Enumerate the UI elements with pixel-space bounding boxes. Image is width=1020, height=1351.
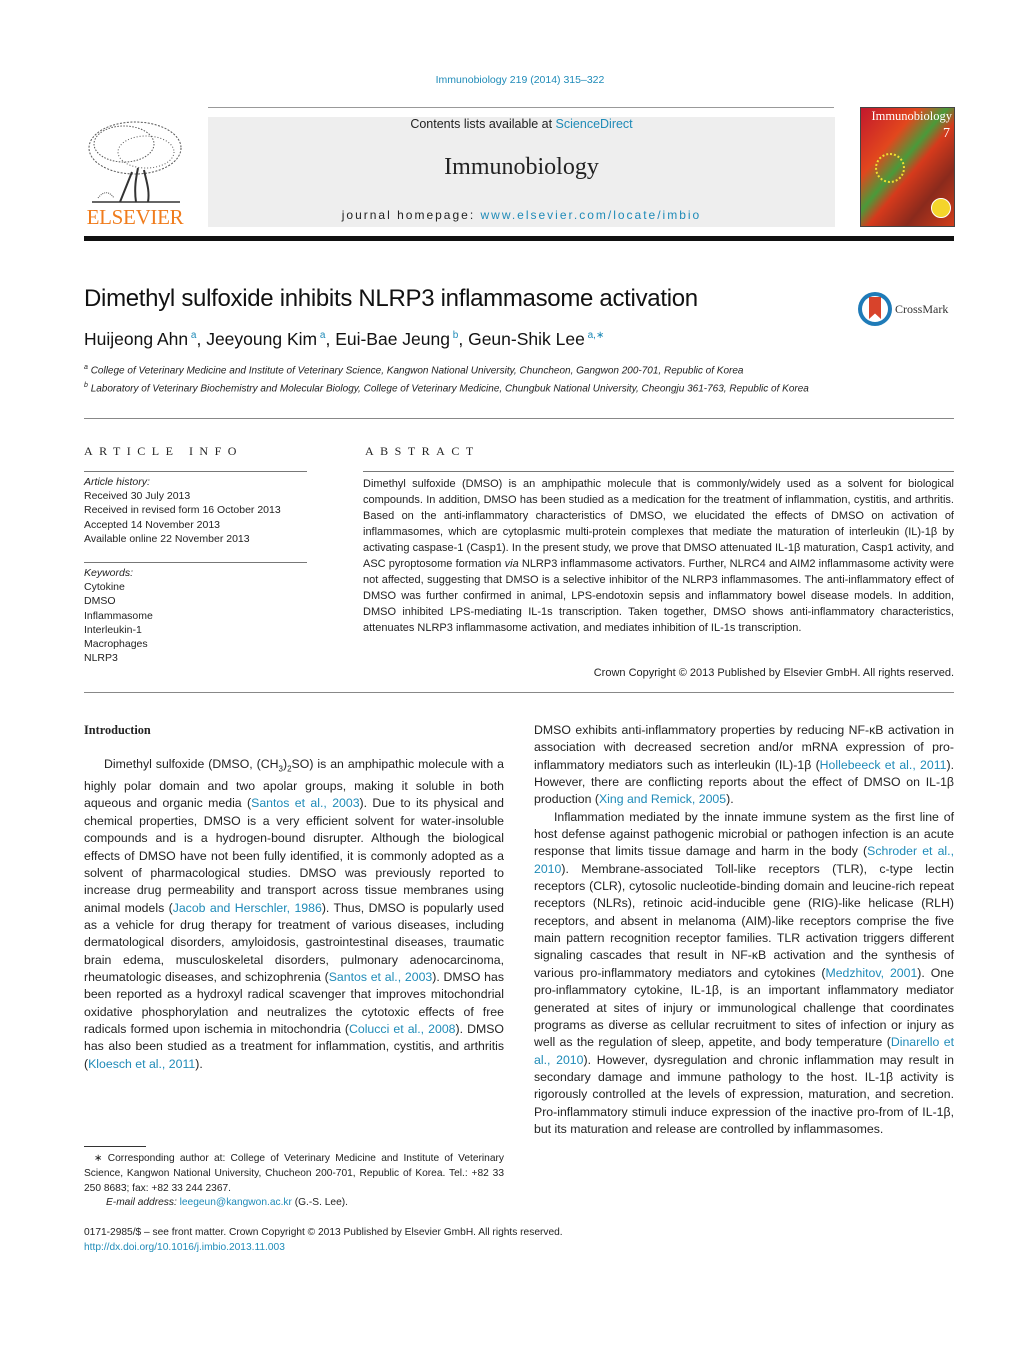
body-column-left: Introduction Dimethyl sulfoxide (DMSO, (… <box>84 722 504 1073</box>
affiliation-text: College of Veterinary Medicine and Insti… <box>90 365 744 377</box>
keyword-item: Cytokine <box>84 581 125 594</box>
affiliation-marker: b <box>84 381 88 389</box>
history-item: Received in revised form 16 October 2013 <box>84 504 281 517</box>
journal-reference-link[interactable]: Immunobiology 219 (2014) 315–322 <box>0 74 1020 86</box>
abstract-text: Dimethyl sulfoxide (DMSO) is an amphipat… <box>363 476 954 636</box>
cover-artwork <box>875 153 905 183</box>
corresponding-author-text: ∗ Corresponding author at: College of Ve… <box>84 1153 504 1194</box>
affiliation-a: a College of Veterinary Medicine and Ins… <box>84 361 824 379</box>
citation-link[interactable]: Santos et al., 2003 <box>251 796 359 810</box>
corresponding-author-footnote: ∗ Corresponding author at: College of Ve… <box>84 1152 504 1211</box>
citation-link[interactable]: Medzhitov, 2001 <box>825 966 917 980</box>
email-link[interactable]: leegeun@kangwon.ac.kr <box>180 1197 292 1208</box>
body-column-right: DMSO exhibits anti-inflammatory properti… <box>534 722 954 1138</box>
sciencedirect-link[interactable]: ScienceDirect <box>556 117 633 131</box>
citation-link[interactable]: Kloesch et al., 2011 <box>88 1057 195 1071</box>
tree-icon <box>88 121 182 203</box>
keyword-item: DMSO <box>84 595 116 608</box>
divider <box>84 418 954 419</box>
citation-link[interactable]: Hollebeeck et al., 2011 <box>820 758 947 772</box>
body-paragraph: Inflammation mediated by the innate immu… <box>534 809 954 1139</box>
text-run: ). Membrane-associated Toll-like recepto… <box>534 861 954 980</box>
affiliation-b: b Laboratory of Veterinary Biochemistry … <box>84 379 824 397</box>
keywords-list: Cytokine DMSO Inflammasome Interleukin-1 Mac… <box>84 580 153 665</box>
author-name[interactable]: Eui-Bae Jeung <box>335 329 450 349</box>
citation-link[interactable]: Jacob and Herschler, 1986 <box>173 901 322 915</box>
contents-available-line: Contents lists available at ScienceDirec… <box>208 117 835 131</box>
author-separator: , <box>196 329 207 349</box>
article-info-heading: ARTICLE INFO <box>84 444 243 458</box>
footnote-rule <box>84 1146 146 1147</box>
keyword-item: Macrophages <box>84 638 148 651</box>
cover-badge-icon <box>931 198 951 218</box>
body-paragraph: DMSO exhibits anti-inflammatory properti… <box>534 722 954 809</box>
citation-link[interactable]: Colucci et al., 2008 <box>349 1022 456 1036</box>
email-label: E-mail address: <box>106 1197 180 1209</box>
author-name[interactable]: Jeeyoung Kim <box>206 329 317 349</box>
crossmark-label: CrossMark <box>895 302 949 316</box>
abstract-text-part: Dimethyl sulfoxide (DMSO) is an amphipat… <box>363 478 954 570</box>
divider <box>84 471 307 472</box>
author-name[interactable]: Huijeong Ahn <box>84 329 188 349</box>
text-run: ). However, dysregulation and chronic in… <box>534 1052 954 1136</box>
email-line: E-mail address: leegeun@kangwon.ac.kr (G… <box>84 1196 504 1211</box>
author-name[interactable]: Geun-Shik Lee <box>468 329 585 349</box>
homepage-link[interactable]: www.elsevier.com/locate/imbio <box>481 208 702 222</box>
text-run: ). <box>195 1056 203 1071</box>
keyword-item: Inflammasome <box>84 609 153 622</box>
text-run: ). <box>726 792 734 807</box>
citation-link[interactable]: Santos et al., 2003 <box>329 970 433 984</box>
author-list: Huijeong Ahn a, Jeeyoung Kim a, Eui-Bae … <box>84 329 604 350</box>
elsevier-wordmark: ELSEVIER <box>86 205 184 229</box>
citation-link[interactable]: Xing and Remick, 2005 <box>599 792 726 806</box>
history-item: Received 30 July 2013 <box>84 490 191 503</box>
issn-line: 0171-2985/$ – see front matter. Crown Co… <box>84 1227 563 1238</box>
journal-cover-image[interactable]: Immunobiology 7 <box>860 107 955 227</box>
homepage-label: journal homepage: <box>341 208 481 222</box>
text-run: Dimethyl sulfoxide (DMSO, (CH <box>104 757 279 772</box>
front-matter: 0171-2985/$ – see front matter. Crown Co… <box>84 1225 784 1255</box>
affiliations: a College of Veterinary Medicine and Ins… <box>84 361 824 397</box>
cover-title: Immunobiology <box>871 109 952 123</box>
article-history-list: Received 30 July 2013 Received in revised… <box>84 489 281 546</box>
article-history-label: Article history: <box>84 476 150 488</box>
journal-homepage-line: journal homepage: www.elsevier.com/locat… <box>208 208 835 222</box>
doi-link[interactable]: http://dx.doi.org/10.1016/j.imbio.2013.1… <box>84 1242 285 1253</box>
keywords-label: Keywords: <box>84 567 134 579</box>
author-affiliation-marker[interactable]: a,∗ <box>585 330 605 341</box>
abstract-heading: ABSTRACT <box>365 444 480 458</box>
author-separator: , <box>325 329 336 349</box>
affiliation-marker: a <box>84 364 88 371</box>
keywords: Keywords: Cytokine DMSO Inflammasome Interl… <box>84 566 153 665</box>
history-item: Available online 22 November 2013 <box>84 532 250 545</box>
abstract-text-italic: via <box>504 558 519 570</box>
keyword-item: NLRP3 <box>84 652 118 665</box>
text-run: ). Due to its physical and chemical prop… <box>84 796 504 915</box>
article-title: Dimethyl sulfoxide inhibits NLRP3 inflam… <box>84 285 698 312</box>
cover-issue-number: 7 <box>943 126 950 141</box>
header-rule <box>208 107 834 108</box>
keyword-item: Interleukin-1 <box>84 623 142 636</box>
body-paragraph: Dimethyl sulfoxide (DMSO, (CH3)2SO) is a… <box>84 756 504 1073</box>
contents-prefix: Contents lists available at <box>410 117 556 131</box>
journal-name: Immunobiology <box>444 154 599 180</box>
abstract-copyright: Crown Copyright © 2013 Published by Else… <box>593 667 954 679</box>
divider <box>84 692 954 693</box>
email-suffix: (G.-S. Lee). <box>291 1197 348 1209</box>
crossmark-button[interactable]: CrossMark <box>858 292 958 330</box>
history-item: Accepted 14 November 2013 <box>84 518 221 531</box>
section-heading-introduction: Introduction <box>84 723 151 737</box>
affiliation-text: Laboratory of Veterinary Biochemistry an… <box>90 383 809 395</box>
author-separator: , <box>458 329 469 349</box>
divider <box>363 471 954 472</box>
divider <box>84 562 307 563</box>
header-thick-rule <box>84 236 954 241</box>
article-history: Article history: Received 30 July 2013 Re… <box>84 475 281 546</box>
